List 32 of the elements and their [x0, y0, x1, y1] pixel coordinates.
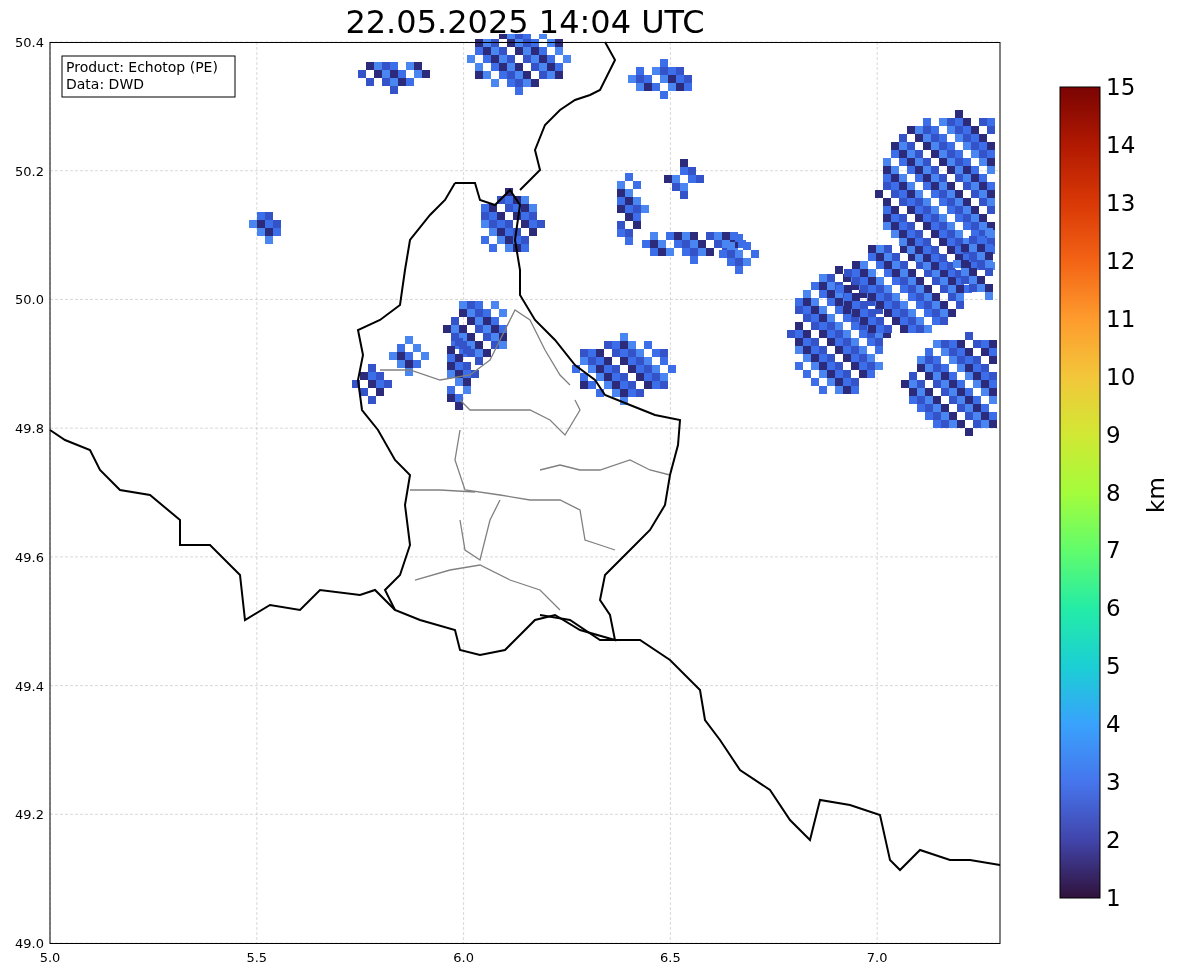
y-tick-label: 49.0 [15, 936, 44, 952]
colorbar-tick-label: 5 [1106, 653, 1121, 680]
colorbar-tick-label: 8 [1106, 479, 1121, 506]
colorbar-tick-label: 9 [1106, 421, 1121, 448]
y-tick-label: 50.4 [15, 35, 44, 50]
y-tick-label: 49.2 [15, 807, 44, 823]
y-tick-label: 49.8 [15, 421, 44, 437]
colorbar-tick-label: 10 [1106, 363, 1136, 390]
colorbar-tick-label: 6 [1106, 595, 1121, 622]
x-tick-label: 7.0 [866, 950, 888, 965]
colorbar-tick-label: 7 [1106, 537, 1121, 564]
colorbar-tick-label: 12 [1106, 247, 1136, 274]
colorbar-tick-label: 15 [1106, 74, 1136, 100]
y-tick-label: 50.2 [15, 163, 44, 179]
colorbar-tick-label: 1 [1106, 885, 1121, 911]
y-tick-label: 50.0 [15, 292, 44, 308]
y-tick-label: 49.4 [15, 678, 44, 694]
x-tick-label: 6.5 [660, 950, 681, 965]
x-tick-label: 5.0 [39, 950, 61, 965]
x-tick-label: 5.5 [246, 950, 268, 965]
colorbar-tick-label: 14 [1106, 131, 1136, 158]
colorbar-tick-label: 11 [1106, 305, 1136, 332]
info-text: Data: DWD [66, 76, 144, 92]
x-tick-label: 6.0 [453, 950, 474, 965]
info-text: Product: Echotop (PE) [66, 59, 218, 75]
y-tick-label: 49.6 [15, 549, 44, 565]
colorbar-tick-label: 13 [1106, 189, 1136, 216]
chart-title: 22.05.2025 14:04 UTC [344, 2, 706, 34]
colorbar-tick-label: 3 [1106, 769, 1121, 796]
colorbar-tick-label: 2 [1106, 827, 1121, 854]
colorbar-tick-label: 4 [1106, 711, 1121, 738]
colorbar-label: km [1143, 477, 1169, 513]
